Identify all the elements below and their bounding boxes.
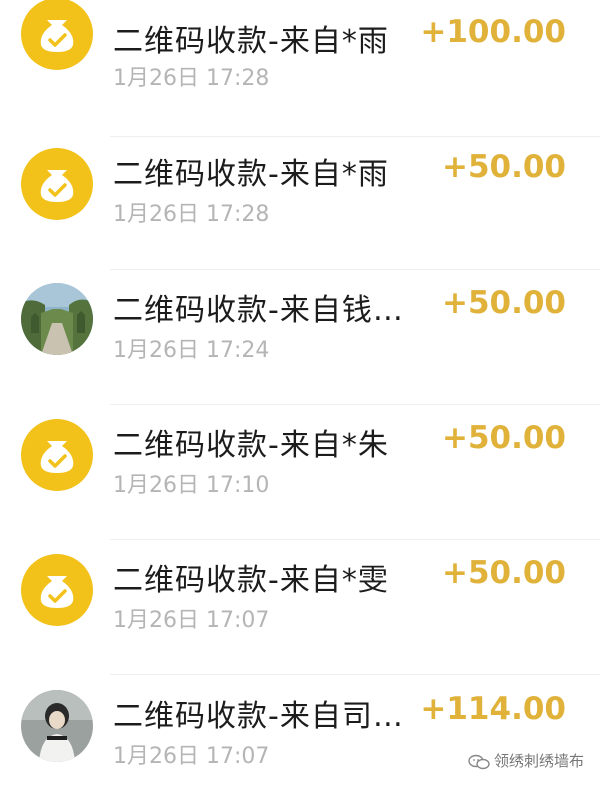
transaction-amount: +50.00	[441, 285, 566, 321]
money-bag-icon	[21, 554, 93, 626]
transaction-amount: +50.00	[441, 420, 566, 456]
photo-avatar-person	[21, 690, 93, 762]
transaction-title: 二维码收款-来自*朱	[113, 428, 389, 463]
transaction-title: 二维码收款-来自*雨	[113, 157, 389, 192]
transaction-row[interactable]: 二维码收款-来自司… 1月26日 17:07 +114.00	[0, 675, 600, 810]
watermark-text: 领绣刺绣墙布	[493, 752, 584, 770]
transaction-time: 1月26日 17:24	[113, 338, 270, 363]
transaction-title: 二维码收款-来自钱…	[113, 293, 404, 328]
transaction-time: 1月26日 17:28	[113, 202, 270, 227]
transaction-title: 二维码收款-来自*雯	[113, 563, 389, 598]
transaction-time: 1月26日 17:07	[113, 608, 270, 633]
transaction-amount: +50.00	[441, 149, 566, 185]
photo-avatar-road	[21, 283, 93, 355]
transaction-time: 1月26日 17:28	[113, 66, 270, 91]
money-bag-icon	[21, 148, 93, 220]
transaction-row[interactable]: 二维码收款-来自钱… 1月26日 17:24 +50.00	[0, 270, 600, 405]
wechat-icon	[468, 754, 490, 770]
transaction-title: 二维码收款-来自司…	[113, 699, 404, 734]
transaction-time: 1月26日 17:07	[113, 744, 270, 769]
money-bag-icon	[21, 0, 93, 70]
transaction-amount: +50.00	[441, 555, 566, 591]
transaction-row[interactable]: 二维码收款-来自*雨 1月26日 17:28 +100.00	[0, 0, 600, 137]
transaction-row[interactable]: 二维码收款-来自*雯 1月26日 17:07 +50.00	[0, 540, 600, 675]
transaction-title: 二维码收款-来自*雨	[113, 24, 389, 59]
transaction-row[interactable]: 二维码收款-来自*雨 1月26日 17:28 +50.00	[0, 135, 600, 270]
money-bag-icon	[21, 419, 93, 491]
transaction-row[interactable]: 二维码收款-来自*朱 1月26日 17:10 +50.00	[0, 405, 600, 540]
transaction-amount: +100.00	[420, 14, 566, 50]
transaction-list: 二维码收款-来自*雨 1月26日 17:28 +100.00 二维码收款-来自*…	[0, 0, 600, 779]
transaction-time: 1月26日 17:10	[113, 473, 270, 498]
transaction-amount: +114.00	[420, 691, 566, 727]
watermark: 领绣刺绣墙布	[468, 750, 584, 771]
